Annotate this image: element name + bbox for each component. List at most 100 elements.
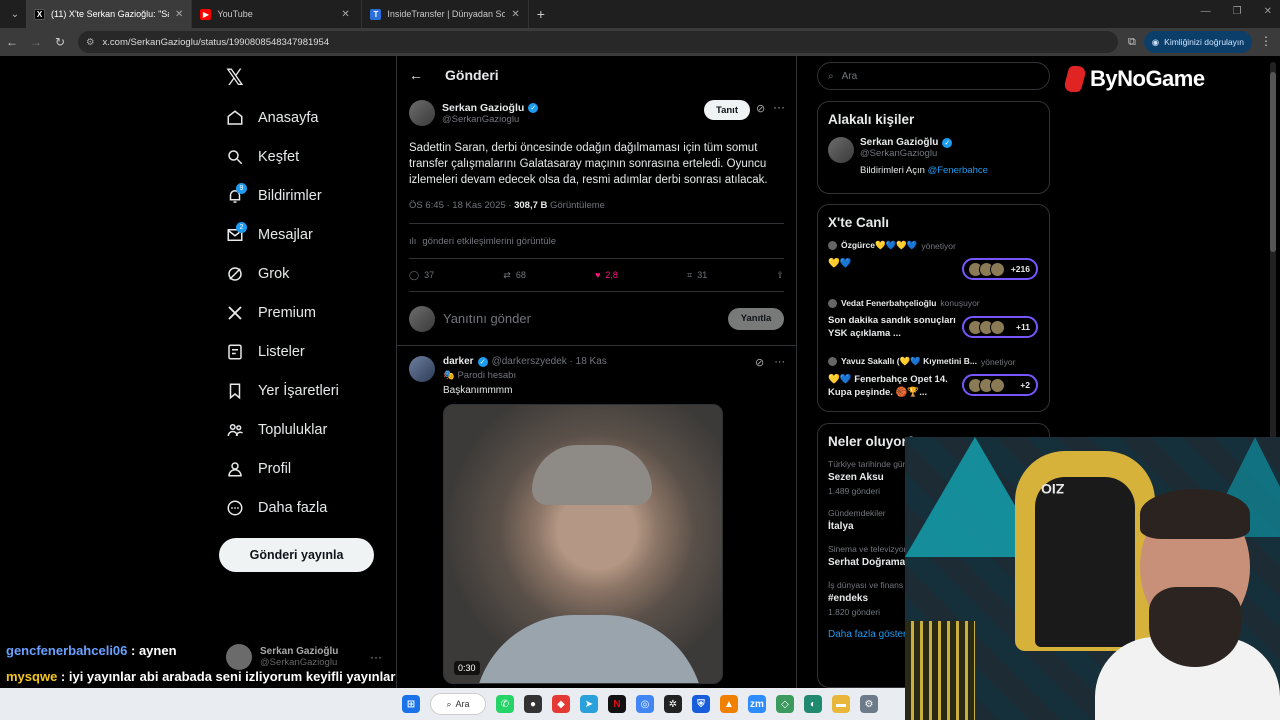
post-button[interactable]: Gönderi yayınla (219, 538, 374, 572)
tab-youtube[interactable]: ▶ YouTube ✕ (192, 0, 363, 28)
taskbar-search[interactable]: ⌕ Ara (430, 693, 486, 715)
live-title: X'te Canlı (828, 215, 889, 230)
chat-username: gencfenerbahceli06 (6, 643, 128, 658)
tab-x-post[interactable]: X (11) X'te Serkan Gazioğlu: "Sadı ✕ (26, 0, 193, 28)
sidebar-item-daha-fazla[interactable]: Daha fazla (226, 488, 339, 527)
related-avatar[interactable] (828, 137, 854, 163)
more-circle-icon (227, 500, 243, 515)
reply-author-avatar[interactable] (409, 356, 435, 382)
chat-text: : aynen (127, 643, 177, 658)
person-icon (228, 461, 242, 476)
vlc-icon[interactable]: ▲ (720, 695, 738, 713)
whatsapp-icon[interactable]: ✆ (496, 695, 514, 713)
verify-identity-button[interactable]: ◉ Kimliğinizi doğrulayın (1143, 31, 1252, 53)
zoom-icon[interactable]: zm (748, 695, 766, 713)
search-input[interactable]: ⌕ Ara (817, 62, 1050, 90)
anydesk-icon[interactable]: ◆ (552, 695, 570, 713)
settings-icon[interactable]: ⚙ (860, 695, 878, 713)
reply-author-name[interactable]: darker (443, 356, 474, 367)
bynogame-mark-icon (1062, 66, 1088, 92)
close-tab-icon[interactable]: ✕ (511, 9, 519, 20)
back-arrow-icon[interactable]: ← (409, 67, 423, 83)
repost-action[interactable]: ⇄ 68 (503, 270, 526, 281)
reply-action[interactable]: ◯ 37 (409, 270, 434, 281)
tab-search-button[interactable]: ⌄ (4, 4, 26, 24)
chatgpt-icon[interactable]: ✲ (664, 695, 682, 713)
subscribe-button[interactable]: Tanıt (704, 100, 750, 120)
bar-chart-icon: ılı (409, 235, 417, 247)
reply-video[interactable]: 0:30 (443, 404, 723, 684)
home-icon (227, 109, 243, 125)
windows-start-icon[interactable]: ⊞ (402, 695, 420, 713)
close-tab-icon[interactable]: ✕ (175, 9, 183, 20)
sidebar-item-bildirimler[interactable]: 9 Bildirimler (226, 176, 339, 215)
sidebar-item-premium[interactable]: Premium (226, 293, 339, 332)
share-action[interactable]: ⇪ (776, 270, 784, 281)
browser-menu-icon[interactable]: ⋮ (1260, 34, 1272, 48)
webcam-overlay: ZIO (905, 437, 1280, 720)
app-icon[interactable]: ◇ (776, 695, 794, 713)
close-tab-icon[interactable]: ✕ (341, 9, 349, 20)
obs-icon[interactable]: ● (524, 695, 542, 713)
bitwarden-icon[interactable]: ⛨ (692, 695, 710, 713)
folder-icon[interactable]: ▬ (832, 695, 850, 713)
sidebar-item-listeler[interactable]: Listeler (226, 332, 339, 371)
forward-icon[interactable]: → (24, 35, 48, 49)
related-bio-link[interactable]: @Fenerbahce (928, 165, 988, 176)
sidebar-item-grok[interactable]: Grok (226, 254, 339, 293)
bookmark-action[interactable]: ⌗ 31 (687, 270, 707, 281)
chat-text: : iyi yayınlar abi arabada seni izliyoru… (57, 669, 396, 684)
page-title: Gönderi (445, 67, 499, 83)
author-avatar[interactable] (409, 100, 435, 126)
sidebar-item-mesajlar[interactable]: 2 Mesajlar (226, 215, 339, 254)
reload-icon[interactable]: ↻ (48, 35, 72, 49)
chrome-icon[interactable]: ◎ (636, 695, 654, 713)
sidebar-item-anasayfa[interactable]: Anasayfa (226, 98, 339, 137)
like-action[interactable]: ♥ 2,8 (595, 270, 618, 280)
browser-icon[interactable]: ◐ (804, 695, 822, 713)
maximize-icon[interactable]: ❐ (1233, 6, 1242, 17)
view-engagements-link[interactable]: ılı gönderi etkileşimlerini görüntüle (409, 224, 784, 258)
minimize-icon[interactable]: — (1201, 6, 1211, 17)
more-options-icon[interactable]: ··· (774, 356, 785, 369)
author-handle[interactable]: @SerkanGazioglu (442, 114, 538, 125)
netflix-icon[interactable]: N (608, 695, 626, 713)
listeners-pill[interactable]: +2 (962, 374, 1038, 396)
sidebar-item-topluluklar[interactable]: Topluluklar (226, 410, 339, 449)
telegram-icon[interactable]: ➤ (580, 695, 598, 713)
host-name: Özgürce💛💙💛💙 (841, 240, 918, 250)
related-name[interactable]: Serkan Gazioğlu ✓ (860, 137, 988, 148)
search-icon: ⌕ (828, 70, 834, 82)
listeners-pill[interactable]: +11 (962, 316, 1038, 338)
listeners-pill[interactable]: +216 (962, 258, 1038, 280)
live-spaces-panel: X'te Canlı Özgürce💛💙💛💙 yönetiyor 💛💙 +216 Ved… (817, 204, 1050, 412)
tweet-text: Sadettin Saran, derbi öncesinde odağın d… (409, 142, 768, 186)
reply-input[interactable]: Yanıtını gönder (443, 311, 720, 326)
sidebar-item-profil[interactable]: Profil (226, 449, 339, 488)
sidebar-item-keşfet[interactable]: Keşfet (226, 137, 339, 176)
tweet-actions: ◯ 37 ⇄ 68 ♥ 2,8 ⌗ 31 ⇪ (409, 258, 784, 292)
space-topic: 💛💙 (828, 258, 852, 269)
live-space-item[interactable]: Vedat Fenerbahçelioğlu konuşuyor Son dakik… (828, 298, 1039, 356)
sidebar-item-yer-i-şaretleri[interactable]: Yer İşaretleri (226, 371, 339, 410)
tweet-time[interactable]: ÖS 6:45 · 18 Kas 2025 · (409, 200, 514, 211)
author-name[interactable]: Serkan Gazioğlu ✓ (442, 102, 539, 114)
install-app-icon[interactable]: ⧉ (1128, 36, 1136, 49)
sidebar-item-label: Profil (258, 460, 292, 477)
reply-button[interactable]: Yanıtla (728, 307, 784, 330)
new-tab-icon[interactable]: + (537, 6, 545, 22)
live-space-item[interactable]: Yavuz Sakallı (💛💙 Kıymetini B... yönetiyo… (828, 356, 1039, 414)
site-info-icon[interactable]: ⚙ (86, 37, 95, 48)
reply-tweet[interactable]: darker ✓ @darkerszyedek · 18 Kas 🎭 Parodi … (397, 346, 796, 688)
related-handle[interactable]: @SerkanGazioglu (860, 148, 988, 159)
address-bar[interactable]: ⚙ x.com/SerkanGazioglu/status/1990808548… (78, 31, 1118, 53)
tab-insidetransfer[interactable]: T InsideTransfer | Dünyadan Son ✕ (362, 0, 529, 28)
back-icon[interactable]: ← (0, 35, 24, 49)
grok-explain-icon[interactable]: ⊘ (756, 102, 765, 115)
x-logo-icon[interactable]: 𝕏 (226, 65, 244, 91)
chair-logo: ZIO (1041, 481, 1065, 497)
more-options-icon[interactable]: ··· (773, 100, 785, 114)
grok-explain-icon[interactable]: ⊘ (755, 356, 764, 369)
live-space-item[interactable]: Özgürce💛💙💛💙 yönetiyor 💛💙 +216 (828, 240, 1039, 298)
close-window-icon[interactable]: ✕ (1264, 6, 1272, 17)
